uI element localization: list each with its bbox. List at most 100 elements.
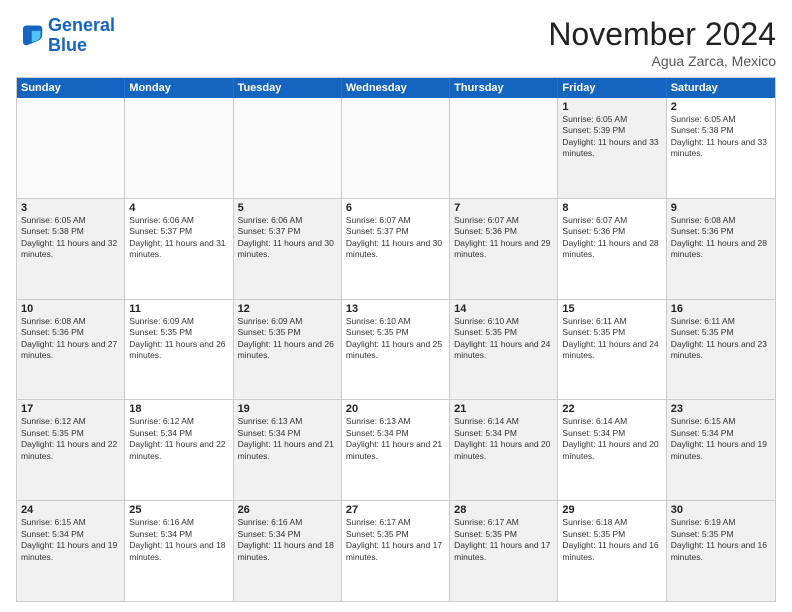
calendar-week-row: 17Sunrise: 6:12 AM Sunset: 5:35 PM Dayli… bbox=[17, 400, 775, 501]
logo-icon bbox=[16, 22, 44, 50]
day-number: 9 bbox=[671, 202, 771, 214]
calendar-day-cell: 14Sunrise: 6:10 AM Sunset: 5:35 PM Dayli… bbox=[450, 300, 558, 400]
day-info: Sunrise: 6:10 AM Sunset: 5:35 PM Dayligh… bbox=[454, 316, 553, 362]
day-number: 25 bbox=[129, 504, 228, 516]
calendar-day-cell: 22Sunrise: 6:14 AM Sunset: 5:34 PM Dayli… bbox=[558, 400, 666, 500]
day-info: Sunrise: 6:12 AM Sunset: 5:34 PM Dayligh… bbox=[129, 416, 228, 462]
calendar-day-cell: 5Sunrise: 6:06 AM Sunset: 5:37 PM Daylig… bbox=[234, 199, 342, 299]
calendar-day-cell: 9Sunrise: 6:08 AM Sunset: 5:36 PM Daylig… bbox=[667, 199, 775, 299]
day-info: Sunrise: 6:10 AM Sunset: 5:35 PM Dayligh… bbox=[346, 316, 445, 362]
day-info: Sunrise: 6:06 AM Sunset: 5:37 PM Dayligh… bbox=[129, 215, 228, 261]
day-number: 24 bbox=[21, 504, 120, 516]
day-number: 29 bbox=[562, 504, 661, 516]
day-number: 27 bbox=[346, 504, 445, 516]
day-info: Sunrise: 6:11 AM Sunset: 5:35 PM Dayligh… bbox=[671, 316, 771, 362]
calendar-body: 1Sunrise: 6:05 AM Sunset: 5:39 PM Daylig… bbox=[17, 98, 775, 601]
calendar-day-cell: 30Sunrise: 6:19 AM Sunset: 5:35 PM Dayli… bbox=[667, 501, 775, 601]
calendar-day-cell: 1Sunrise: 6:05 AM Sunset: 5:39 PM Daylig… bbox=[558, 98, 666, 198]
calendar-day-cell: 24Sunrise: 6:15 AM Sunset: 5:34 PM Dayli… bbox=[17, 501, 125, 601]
day-info: Sunrise: 6:12 AM Sunset: 5:35 PM Dayligh… bbox=[21, 416, 120, 462]
day-number: 16 bbox=[671, 303, 771, 315]
title-block: November 2024 Agua Zarca, Mexico bbox=[548, 16, 776, 69]
logo-text: General Blue bbox=[48, 16, 115, 56]
calendar-day-cell bbox=[125, 98, 233, 198]
day-number: 3 bbox=[21, 202, 120, 214]
month-title: November 2024 bbox=[548, 16, 776, 53]
day-number: 10 bbox=[21, 303, 120, 315]
day-info: Sunrise: 6:16 AM Sunset: 5:34 PM Dayligh… bbox=[238, 517, 337, 563]
calendar-day-header: Thursday bbox=[450, 78, 558, 98]
logo-line1: General bbox=[48, 15, 115, 35]
calendar-week-row: 10Sunrise: 6:08 AM Sunset: 5:36 PM Dayli… bbox=[17, 300, 775, 401]
calendar-day-cell: 10Sunrise: 6:08 AM Sunset: 5:36 PM Dayli… bbox=[17, 300, 125, 400]
day-number: 30 bbox=[671, 504, 771, 516]
day-number: 20 bbox=[346, 403, 445, 415]
day-number: 5 bbox=[238, 202, 337, 214]
logo-line2: Blue bbox=[48, 35, 87, 55]
day-info: Sunrise: 6:07 AM Sunset: 5:36 PM Dayligh… bbox=[562, 215, 661, 261]
calendar-header: SundayMondayTuesdayWednesdayThursdayFrid… bbox=[17, 78, 775, 98]
day-number: 21 bbox=[454, 403, 553, 415]
calendar-day-cell: 4Sunrise: 6:06 AM Sunset: 5:37 PM Daylig… bbox=[125, 199, 233, 299]
day-info: Sunrise: 6:17 AM Sunset: 5:35 PM Dayligh… bbox=[454, 517, 553, 563]
calendar-day-cell: 27Sunrise: 6:17 AM Sunset: 5:35 PM Dayli… bbox=[342, 501, 450, 601]
day-info: Sunrise: 6:16 AM Sunset: 5:34 PM Dayligh… bbox=[129, 517, 228, 563]
day-info: Sunrise: 6:07 AM Sunset: 5:36 PM Dayligh… bbox=[454, 215, 553, 261]
day-info: Sunrise: 6:17 AM Sunset: 5:35 PM Dayligh… bbox=[346, 517, 445, 563]
day-info: Sunrise: 6:14 AM Sunset: 5:34 PM Dayligh… bbox=[454, 416, 553, 462]
page: General Blue November 2024 Agua Zarca, M… bbox=[0, 0, 792, 612]
calendar-week-row: 3Sunrise: 6:05 AM Sunset: 5:38 PM Daylig… bbox=[17, 199, 775, 300]
day-number: 22 bbox=[562, 403, 661, 415]
calendar-day-cell bbox=[450, 98, 558, 198]
calendar-day-header: Friday bbox=[558, 78, 666, 98]
calendar-day-cell: 19Sunrise: 6:13 AM Sunset: 5:34 PM Dayli… bbox=[234, 400, 342, 500]
calendar-day-cell: 16Sunrise: 6:11 AM Sunset: 5:35 PM Dayli… bbox=[667, 300, 775, 400]
calendar-week-row: 24Sunrise: 6:15 AM Sunset: 5:34 PM Dayli… bbox=[17, 501, 775, 601]
day-info: Sunrise: 6:05 AM Sunset: 5:39 PM Dayligh… bbox=[562, 114, 661, 160]
logo: General Blue bbox=[16, 16, 115, 56]
calendar-day-header: Sunday bbox=[17, 78, 125, 98]
calendar-day-header: Tuesday bbox=[234, 78, 342, 98]
day-info: Sunrise: 6:06 AM Sunset: 5:37 PM Dayligh… bbox=[238, 215, 337, 261]
calendar-day-cell: 2Sunrise: 6:05 AM Sunset: 5:38 PM Daylig… bbox=[667, 98, 775, 198]
day-info: Sunrise: 6:14 AM Sunset: 5:34 PM Dayligh… bbox=[562, 416, 661, 462]
day-info: Sunrise: 6:07 AM Sunset: 5:37 PM Dayligh… bbox=[346, 215, 445, 261]
day-number: 6 bbox=[346, 202, 445, 214]
calendar-day-cell: 7Sunrise: 6:07 AM Sunset: 5:36 PM Daylig… bbox=[450, 199, 558, 299]
calendar-day-cell: 29Sunrise: 6:18 AM Sunset: 5:35 PM Dayli… bbox=[558, 501, 666, 601]
calendar-day-cell: 28Sunrise: 6:17 AM Sunset: 5:35 PM Dayli… bbox=[450, 501, 558, 601]
calendar-day-cell bbox=[342, 98, 450, 198]
day-info: Sunrise: 6:18 AM Sunset: 5:35 PM Dayligh… bbox=[562, 517, 661, 563]
day-info: Sunrise: 6:19 AM Sunset: 5:35 PM Dayligh… bbox=[671, 517, 771, 563]
day-number: 8 bbox=[562, 202, 661, 214]
calendar-day-cell: 13Sunrise: 6:10 AM Sunset: 5:35 PM Dayli… bbox=[342, 300, 450, 400]
day-number: 2 bbox=[671, 101, 771, 113]
calendar-day-cell: 26Sunrise: 6:16 AM Sunset: 5:34 PM Dayli… bbox=[234, 501, 342, 601]
day-info: Sunrise: 6:09 AM Sunset: 5:35 PM Dayligh… bbox=[129, 316, 228, 362]
calendar-day-cell bbox=[17, 98, 125, 198]
calendar: SundayMondayTuesdayWednesdayThursdayFrid… bbox=[16, 77, 776, 602]
day-number: 15 bbox=[562, 303, 661, 315]
calendar-day-cell: 25Sunrise: 6:16 AM Sunset: 5:34 PM Dayli… bbox=[125, 501, 233, 601]
calendar-day-cell: 23Sunrise: 6:15 AM Sunset: 5:34 PM Dayli… bbox=[667, 400, 775, 500]
day-info: Sunrise: 6:15 AM Sunset: 5:34 PM Dayligh… bbox=[21, 517, 120, 563]
day-number: 4 bbox=[129, 202, 228, 214]
day-info: Sunrise: 6:11 AM Sunset: 5:35 PM Dayligh… bbox=[562, 316, 661, 362]
calendar-day-cell: 17Sunrise: 6:12 AM Sunset: 5:35 PM Dayli… bbox=[17, 400, 125, 500]
day-info: Sunrise: 6:08 AM Sunset: 5:36 PM Dayligh… bbox=[671, 215, 771, 261]
calendar-day-cell: 11Sunrise: 6:09 AM Sunset: 5:35 PM Dayli… bbox=[125, 300, 233, 400]
day-number: 12 bbox=[238, 303, 337, 315]
calendar-day-cell: 21Sunrise: 6:14 AM Sunset: 5:34 PM Dayli… bbox=[450, 400, 558, 500]
calendar-day-header: Saturday bbox=[667, 78, 775, 98]
day-info: Sunrise: 6:13 AM Sunset: 5:34 PM Dayligh… bbox=[238, 416, 337, 462]
day-number: 23 bbox=[671, 403, 771, 415]
day-info: Sunrise: 6:05 AM Sunset: 5:38 PM Dayligh… bbox=[671, 114, 771, 160]
day-info: Sunrise: 6:05 AM Sunset: 5:38 PM Dayligh… bbox=[21, 215, 120, 261]
day-number: 18 bbox=[129, 403, 228, 415]
day-number: 13 bbox=[346, 303, 445, 315]
day-number: 7 bbox=[454, 202, 553, 214]
calendar-day-header: Monday bbox=[125, 78, 233, 98]
day-number: 28 bbox=[454, 504, 553, 516]
calendar-day-cell bbox=[234, 98, 342, 198]
calendar-day-cell: 8Sunrise: 6:07 AM Sunset: 5:36 PM Daylig… bbox=[558, 199, 666, 299]
